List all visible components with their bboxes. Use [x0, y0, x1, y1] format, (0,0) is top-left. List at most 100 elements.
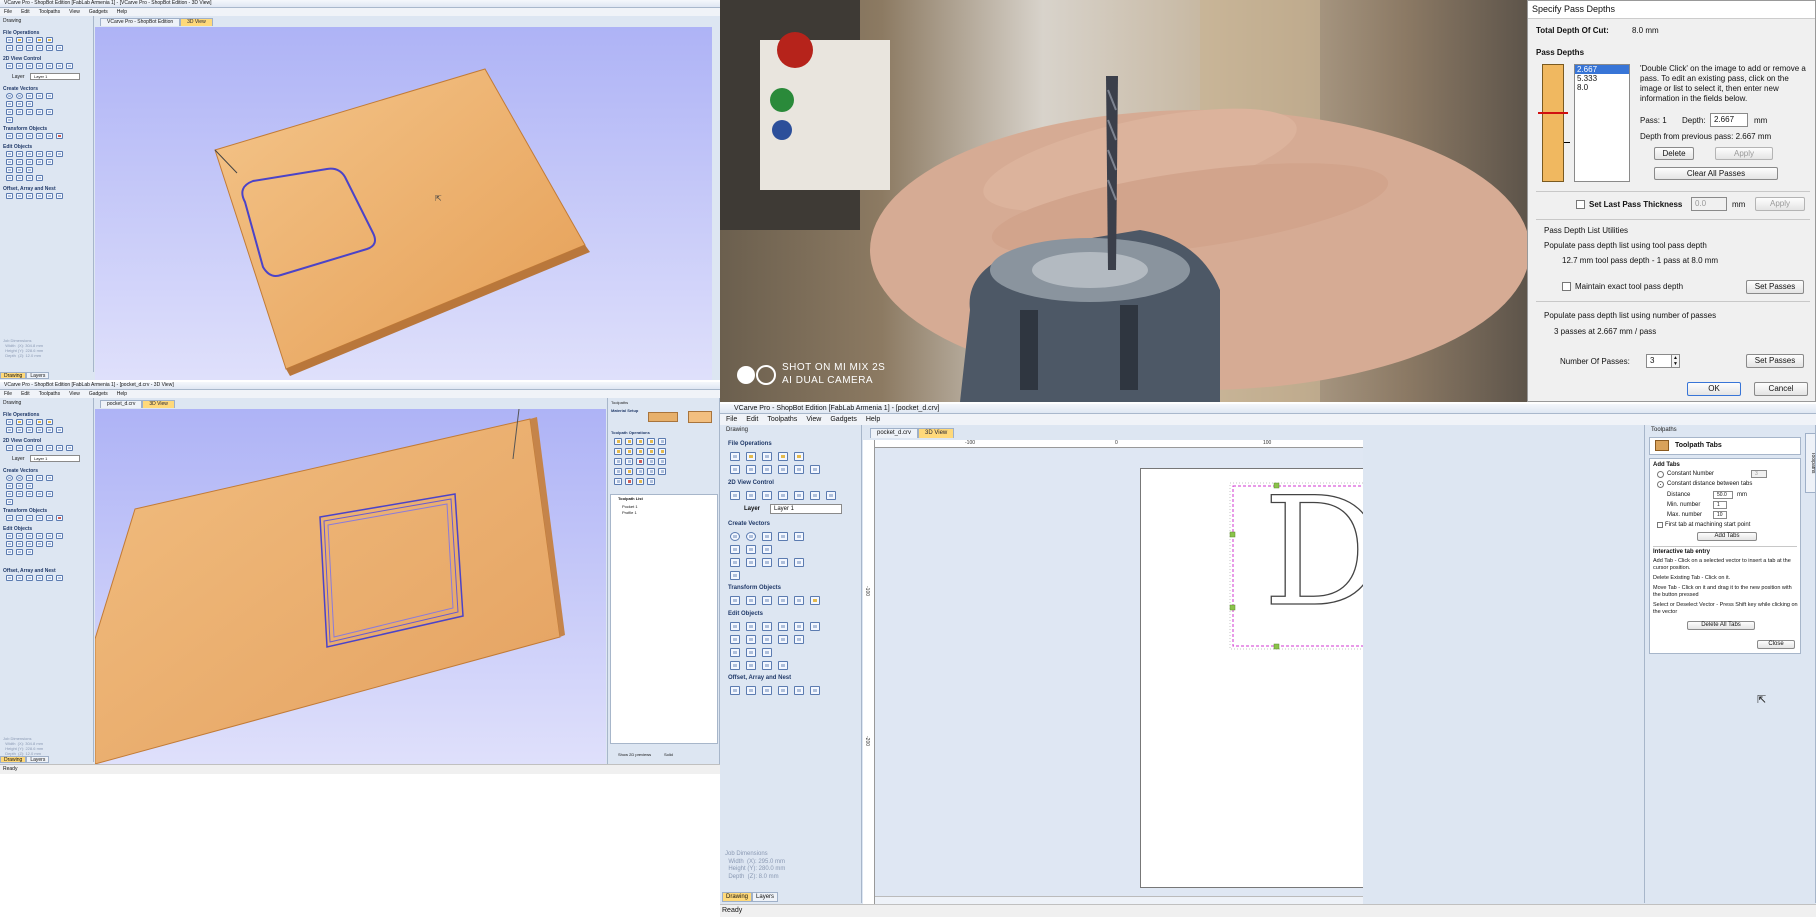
cancel-button[interactable]: Cancel — [1754, 382, 1808, 396]
pass-list-item[interactable]: 5.333 — [1575, 74, 1629, 83]
horizontal-scrollbar[interactable] — [875, 896, 1363, 904]
create-vector-icons-2[interactable] — [6, 483, 33, 489]
menu-toolpaths[interactable]: Toolpaths — [39, 390, 60, 398]
menu-file[interactable]: File — [726, 414, 737, 425]
menu-view[interactable]: View — [806, 414, 821, 425]
layer-select[interactable]: Layer 1 — [770, 504, 842, 514]
offset-icons[interactable] — [6, 193, 63, 199]
transform-icons[interactable] — [6, 133, 63, 139]
maintain-exact-checkbox[interactable] — [1562, 282, 1571, 291]
delete-pass-button[interactable]: Delete — [1654, 147, 1694, 160]
tab-layers[interactable]: Layers — [26, 372, 50, 379]
pass-depth-graphic[interactable] — [1542, 64, 1564, 182]
edit-object-icons[interactable] — [6, 533, 63, 539]
material-setup-graphic[interactable] — [648, 412, 678, 422]
tab-drawing[interactable]: Drawing — [722, 892, 753, 902]
file-operations-icons[interactable] — [6, 37, 53, 43]
create-vector-icons-4[interactable] — [6, 117, 13, 123]
offset-icons[interactable] — [6, 575, 63, 581]
distance-input[interactable]: 50.0 — [1713, 491, 1733, 499]
view-control-icons[interactable] — [730, 491, 836, 500]
depth-input[interactable]: 2.667 — [1710, 113, 1748, 127]
first-tab-checkbox[interactable] — [1657, 522, 1663, 528]
set-passes-button-1[interactable]: Set Passes — [1746, 280, 1804, 294]
edit-object-icons-2[interactable] — [6, 159, 53, 165]
edit-object-icons-2[interactable] — [730, 635, 804, 644]
tab-layers[interactable]: Layers — [26, 756, 50, 763]
toolpath-operation-icons-5[interactable] — [614, 478, 655, 485]
create-vector-icons[interactable] — [6, 93, 53, 99]
create-vector-icons-2[interactable] — [730, 545, 772, 554]
file-operations-icons-2[interactable] — [6, 427, 63, 433]
tab-document[interactable]: VCarve Pro - ShopBot Edition — [100, 18, 181, 26]
file-operations-icons[interactable] — [6, 419, 53, 425]
menu-help[interactable]: Help — [117, 8, 127, 16]
menu-view[interactable]: View — [69, 390, 80, 398]
menu-toolpaths[interactable]: Toolpaths — [39, 8, 60, 16]
3d-view-canvas[interactable]: ⇱ — [95, 27, 712, 380]
constant-number-radio[interactable] — [1657, 471, 1664, 478]
menu-toolpaths[interactable]: Toolpaths — [767, 414, 797, 425]
tab-drawing[interactable]: Drawing — [0, 756, 27, 763]
menu-view[interactable]: View — [69, 8, 80, 16]
edit-object-icons-4[interactable] — [6, 175, 43, 181]
create-vector-icons-4[interactable] — [730, 571, 740, 580]
show-2d-previews-checkbox[interactable]: Show 2D previews — [618, 752, 651, 757]
menu-gadgets[interactable]: Gadgets — [89, 8, 108, 16]
toolpaths-side-tab[interactable]: Toolpaths — [1805, 433, 1815, 493]
pass-list-item[interactable]: 8.0 — [1575, 83, 1629, 92]
file-operations-icons-2[interactable] — [6, 45, 63, 51]
menu-edit[interactable]: Edit — [746, 414, 758, 425]
menu-edit[interactable]: Edit — [21, 8, 30, 16]
toolpath-operation-icons[interactable] — [614, 438, 666, 445]
offset-icons[interactable] — [730, 686, 820, 695]
max-number-input[interactable]: 10 — [1713, 511, 1727, 519]
create-vector-icons-3[interactable] — [730, 558, 804, 567]
menu-help[interactable]: Help — [117, 390, 127, 398]
create-vector-icons-4[interactable] — [6, 499, 13, 505]
edit-object-icons-2[interactable] — [6, 541, 53, 547]
last-pass-thickness-input[interactable]: 0.0 — [1691, 197, 1727, 211]
layer-select[interactable]: Layer 1 — [30, 73, 80, 80]
letter-d-vector[interactable]: D — [1262, 477, 1363, 628]
constant-number-input[interactable]: 3 — [1751, 470, 1767, 478]
edit-object-icons-3[interactable] — [730, 648, 772, 657]
toolpath-item-pocket[interactable]: Pocket 1 — [622, 504, 638, 509]
pass-list[interactable]: 2.667 5.333 8.0 — [1574, 64, 1630, 182]
set-passes-button-2[interactable]: Set Passes — [1746, 354, 1804, 368]
add-tabs-button[interactable]: Add Tabs — [1697, 532, 1757, 541]
view-control-icons[interactable] — [6, 445, 73, 451]
pass-marker-1[interactable] — [1538, 112, 1568, 114]
create-vector-icons-2[interactable] — [6, 101, 33, 107]
create-vector-icons[interactable] — [6, 475, 53, 481]
tab-document[interactable]: pocket_d.crv — [870, 428, 919, 438]
pass-list-item[interactable]: 2.667 — [1575, 65, 1629, 74]
create-vector-icons[interactable] — [730, 532, 804, 541]
apply-last-pass-button[interactable]: Apply — [1755, 197, 1805, 211]
menu-gadgets[interactable]: Gadgets — [830, 414, 856, 425]
number-of-passes-input[interactable]: 3 — [1646, 354, 1672, 368]
menu-help[interactable]: Help — [866, 414, 880, 425]
edit-object-icons-3[interactable] — [6, 549, 33, 555]
3d-view-canvas[interactable] — [95, 409, 606, 764]
edit-object-icons[interactable] — [730, 622, 820, 631]
tab-3d-view[interactable]: 3D View — [142, 400, 175, 408]
menu-file[interactable]: File — [4, 8, 12, 16]
tab-layers[interactable]: Layers — [752, 892, 779, 902]
menu-gadgets[interactable]: Gadgets — [89, 390, 108, 398]
set-last-pass-checkbox[interactable] — [1576, 200, 1585, 209]
toolpath-item-profile[interactable]: Profile 1 — [622, 510, 637, 515]
create-vector-icons-3[interactable] — [6, 109, 53, 115]
clear-all-passes-button[interactable]: Clear All Passes — [1654, 167, 1778, 180]
ok-button[interactable]: OK — [1687, 382, 1741, 396]
menu-edit[interactable]: Edit — [21, 390, 30, 398]
tab-3d-view[interactable]: 3D View — [180, 18, 213, 26]
delete-all-tabs-button[interactable]: Delete All Tabs — [1687, 621, 1755, 630]
transform-icons[interactable] — [6, 515, 63, 521]
create-vector-icons-3[interactable] — [6, 491, 53, 497]
file-operations-icons-2[interactable] — [730, 465, 820, 474]
material-setup-box[interactable] — [688, 411, 712, 423]
transform-icons[interactable] — [730, 596, 820, 605]
edit-object-icons-3[interactable] — [6, 167, 33, 173]
pass-marker-2[interactable] — [1564, 142, 1570, 143]
